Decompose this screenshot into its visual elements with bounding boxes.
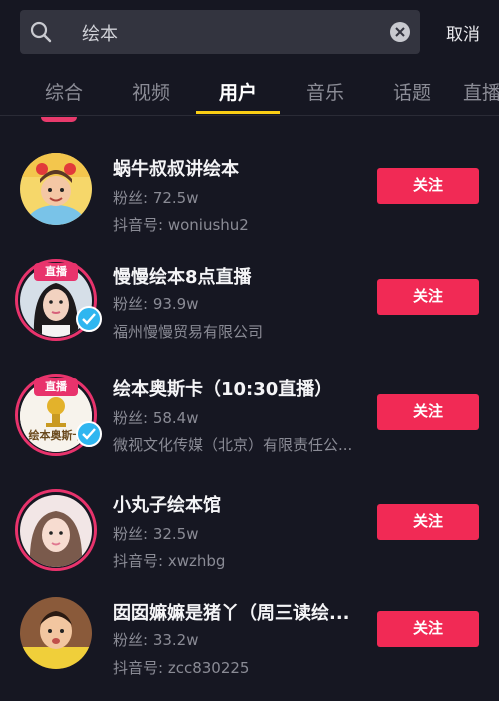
follow-button[interactable]: 关注	[377, 394, 479, 430]
avatar-child	[20, 597, 92, 669]
fans-count: 粉丝: 33.2w	[113, 631, 199, 649]
follow-button[interactable]: 关注	[377, 168, 479, 204]
avatar[interactable]	[20, 495, 92, 567]
user-name[interactable]: 慢慢绘本8点直播	[113, 263, 363, 289]
user-row[interactable]: 蜗牛叔叔讲绘本 粉丝: 72.5w 抖音号: woniushu2 关注	[0, 135, 499, 245]
avatar[interactable]	[20, 597, 92, 669]
verified-icon	[76, 306, 102, 332]
follow-button[interactable]: 关注	[377, 611, 479, 647]
cancel-button[interactable]: 取消	[446, 20, 499, 45]
previous-avatar-ring	[41, 117, 77, 122]
user-row[interactable]: 小丸子绘本馆 粉丝: 32.5w 抖音号: xwzhbg 关注	[0, 475, 499, 585]
user-row[interactable]: 囡囡嫲嫲是猪丫（周三读绘... 粉丝: 33.2w 抖音号: zcc830225…	[0, 585, 499, 695]
user-name[interactable]: 小丸子绘本馆	[113, 491, 363, 517]
company-name: 微视文化传媒（北京）有限责任公...	[113, 436, 353, 454]
live-badge: 直播	[34, 378, 78, 396]
close-icon	[395, 27, 405, 37]
user-row[interactable]: 绘本奥斯卡 直播 绘本奥斯卡（10:30直播） 粉丝: 58.4w 微视文化传媒…	[0, 360, 499, 470]
tab-videos[interactable]: 视频	[115, 78, 187, 105]
search-tabs: 综合 视频 用户 音乐 话题 直播	[0, 62, 499, 116]
user-row[interactable]: 直播 慢慢绘本8点直播 粉丝: 93.9w 福州慢慢贸易有限公司 关注	[0, 245, 499, 355]
clear-search-button[interactable]	[390, 22, 410, 42]
tab-topics[interactable]: 话题	[376, 78, 448, 105]
user-name[interactable]: 囡囡嫲嫲是猪丫（周三读绘...	[113, 599, 363, 625]
tab-comprehensive[interactable]: 综合	[28, 78, 100, 105]
company-name: 福州慢慢贸易有限公司	[113, 323, 264, 341]
avatar[interactable]	[20, 153, 92, 225]
tab-music[interactable]: 音乐	[289, 78, 361, 105]
avatar-girl	[20, 495, 92, 567]
follow-button[interactable]: 关注	[377, 504, 479, 540]
active-tab-indicator	[196, 111, 280, 114]
search-input[interactable]: 绘本	[20, 10, 420, 54]
user-id: 抖音号: woniushu2	[113, 216, 249, 234]
fans-count: 粉丝: 72.5w	[113, 189, 199, 207]
user-id: 抖音号: xwzhbg	[113, 552, 226, 570]
user-name[interactable]: 蜗牛叔叔讲绘本	[113, 155, 363, 181]
verified-icon	[76, 421, 102, 447]
user-id: 抖音号: zcc830225	[113, 659, 250, 677]
fans-count: 粉丝: 32.5w	[113, 525, 199, 543]
avatar-cartoon-man	[20, 153, 92, 225]
search-query[interactable]: 绘本	[82, 20, 142, 44]
user-name[interactable]: 绘本奥斯卡（10:30直播）	[113, 375, 363, 401]
follow-button[interactable]: 关注	[377, 279, 479, 315]
fans-count: 粉丝: 93.9w	[113, 295, 199, 313]
tab-live[interactable]: 直播	[463, 78, 499, 105]
search-icon	[30, 21, 52, 43]
search-bar: 绘本 取消	[0, 0, 499, 62]
tab-users[interactable]: 用户	[202, 78, 274, 105]
fans-count: 粉丝: 58.4w	[113, 409, 199, 427]
live-badge: 直播	[34, 263, 78, 281]
